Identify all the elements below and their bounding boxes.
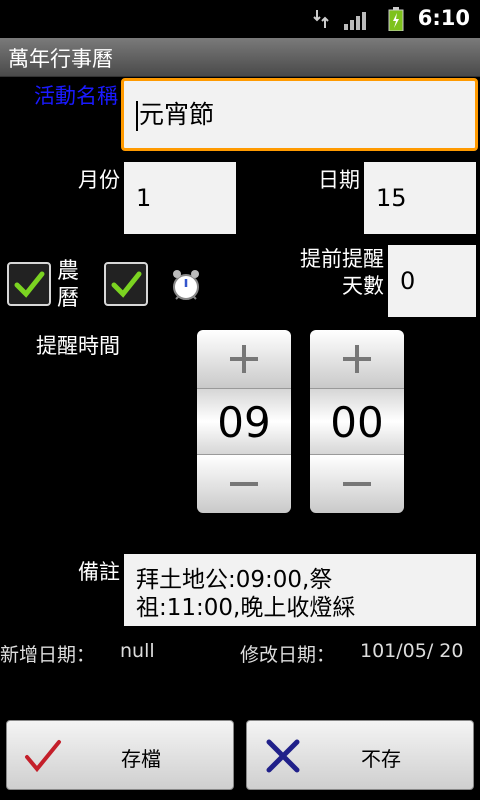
day-input[interactable]: 15: [364, 162, 476, 234]
minute-decrement-button[interactable]: [310, 455, 404, 513]
advance-days-input[interactable]: 0: [388, 245, 476, 317]
hour-value[interactable]: 09: [197, 388, 291, 455]
close-icon: [266, 739, 300, 773]
plus-icon: [230, 345, 258, 373]
modified-date-label: 修改日期：: [240, 644, 336, 666]
text-cursor: [136, 101, 138, 131]
signal-icon: [344, 10, 372, 34]
checkmark-icon: [111, 271, 142, 298]
advance-days-value: 0: [400, 267, 416, 295]
checkmark-icon: [14, 271, 45, 298]
clock-time: 6:10: [417, 6, 470, 30]
note-input[interactable]: 拜土地公:09:00,祭 祖:11:00,晚上收燈綵: [124, 554, 476, 626]
note-label: 備註: [78, 560, 120, 584]
advance-days-label: 提前提醒 天數: [300, 247, 384, 298]
plus-icon: [343, 345, 371, 373]
minus-icon: [343, 482, 371, 486]
alarm-checkbox[interactable]: [104, 262, 148, 306]
created-date-value: null: [120, 640, 155, 662]
minute-spinner: 00: [310, 330, 404, 513]
event-name-input[interactable]: 元宵節: [121, 78, 478, 151]
month-value: 1: [136, 184, 152, 212]
status-bar: 6:10: [0, 0, 480, 38]
battery-icon: [388, 7, 404, 35]
save-button[interactable]: 存檔: [6, 720, 234, 790]
minute-increment-button[interactable]: [310, 330, 404, 388]
lunar-label: 農 曆: [57, 259, 80, 311]
month-input[interactable]: 1: [124, 162, 236, 234]
save-button-label: 存檔: [121, 747, 161, 771]
remind-time-label: 提醒時間: [36, 334, 120, 358]
day-value: 15: [376, 184, 407, 212]
event-name-label: 活動名稱: [34, 84, 118, 108]
minus-icon: [230, 482, 258, 486]
checkmark-icon: [25, 740, 61, 773]
note-line-1: 拜土地公:09:00,祭: [136, 567, 333, 593]
hour-increment-button[interactable]: [197, 330, 291, 388]
event-name-value: 元宵節: [139, 100, 215, 129]
app-title: 萬年行事曆: [8, 47, 113, 71]
hour-spinner: 09: [197, 330, 291, 513]
discard-button-label: 不存: [361, 747, 401, 771]
note-line-2: 祖:11:00,晚上收燈綵: [136, 595, 356, 621]
day-label: 日期: [318, 168, 360, 192]
lunar-checkbox[interactable]: [7, 262, 51, 306]
network-3g-icon: [312, 8, 330, 34]
month-label: 月份: [78, 168, 120, 192]
hour-decrement-button[interactable]: [197, 455, 291, 513]
minute-value[interactable]: 00: [310, 388, 404, 455]
created-date-label: 新增日期：: [0, 644, 96, 666]
alarm-clock-icon: [170, 268, 202, 306]
modified-date-value: 101/05/ 20: [360, 640, 464, 662]
title-bar: 萬年行事曆: [0, 38, 480, 77]
discard-button[interactable]: 不存: [246, 720, 474, 790]
